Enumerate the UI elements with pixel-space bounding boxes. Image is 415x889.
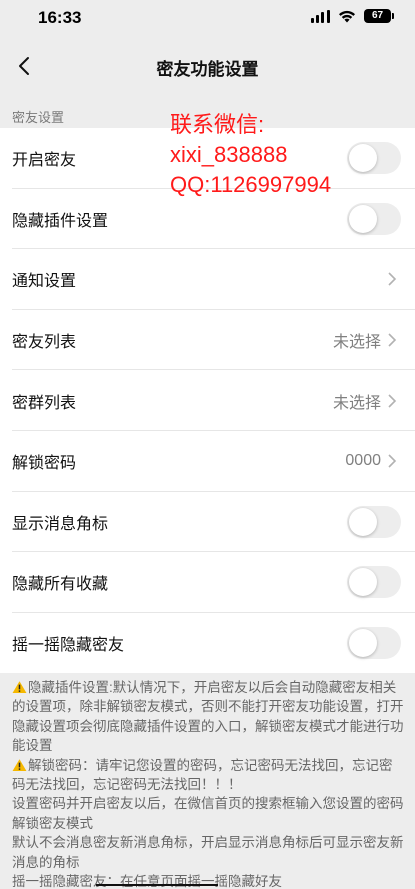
battery-icon: 67 — [364, 9, 394, 23]
row-notification-settings[interactable]: 通知设置 — [0, 249, 415, 310]
nav-bar: 密友功能设置 — [0, 38, 415, 94]
home-indicator — [96, 884, 218, 886]
watermark-line: 联系微信: — [170, 112, 265, 137]
note-paragraph: 设置密码并开启密友以后，在微信首页的搜索框输入您设置的密码解锁密友模式 — [12, 796, 404, 831]
note-paragraph: 默认不会消息密友新消息角标，开启显示消息角标后可显示密友新消息的角标 — [12, 835, 404, 870]
show-message-badge-toggle[interactable] — [347, 505, 401, 538]
wifi-icon — [339, 10, 355, 23]
contact-watermark: 联系微信: xixi_838888 QQ:1126997994 — [170, 110, 331, 200]
note-text: 隐藏插件设置:默认情况下，开启密友以后会自动隐藏密友相关的设置项，除非解锁密友模… — [12, 680, 404, 754]
chevron-right-icon — [388, 333, 397, 347]
row-label: 显示消息角标 — [12, 515, 109, 533]
row-show-message-badge[interactable]: 显示消息角标 — [0, 492, 415, 553]
section-label: 密友设置 — [12, 110, 65, 125]
row-label: 密友列表 — [12, 334, 77, 352]
note-paragraph: 隐藏插件设置:默认情况下，开启密友以后会自动隐藏密友相关的设置项，除非解锁密友模… — [12, 678, 405, 756]
chevron-right-icon — [388, 454, 397, 468]
note-paragraph: 解锁密码：请牢记您设置的密码，忘记密码无法找回，忘记密码无法找回，忘记密码无法找… — [12, 756, 405, 795]
status-bar: 16:33 67 — [0, 0, 415, 38]
hide-all-favorites-toggle[interactable] — [347, 566, 401, 599]
row-unlock-password[interactable]: 解锁密码 0000 — [0, 431, 415, 492]
row-label: 解锁密码 — [12, 455, 77, 473]
warning-icon — [12, 681, 27, 693]
status-icons: 67 — [311, 9, 394, 23]
row-value: 0000 — [345, 452, 381, 470]
warning-icon — [12, 758, 27, 771]
cellular-signal-icon — [311, 9, 330, 23]
row-label: 隐藏所有收藏 — [12, 576, 109, 594]
note-paragraph: 摇一摇隐藏密友：在任意页面摇一摇隐藏好友 — [12, 874, 282, 889]
row-hide-all-favorites[interactable]: 隐藏所有收藏 — [0, 552, 415, 613]
row-close-friends-list[interactable]: 密友列表 未选择 — [0, 310, 415, 371]
row-label: 隐藏插件设置 — [12, 212, 109, 230]
row-label: 密群列表 — [12, 394, 77, 412]
status-time: 16:33 — [38, 8, 82, 27]
settings-list: 开启密友 隐藏插件设置 通知设置 密友列表 未选择 密群列表 未选择 解锁密码 … — [0, 128, 415, 674]
page-title: 密友功能设置 — [156, 60, 259, 79]
watermark-line: QQ:1126997994 — [170, 172, 332, 197]
row-value: 未选择 — [332, 394, 381, 412]
note-text: 解锁密码：请牢记您设置的密码，忘记密码无法找回，忘记密码无法找回，忘记密码无法找… — [12, 757, 393, 793]
row-label: 通知设置 — [12, 273, 77, 291]
chevron-right-icon — [388, 394, 397, 408]
row-close-groups-list[interactable]: 密群列表 未选择 — [0, 370, 415, 431]
row-shake-to-hide[interactable]: 摇一摇隐藏密友 — [0, 613, 415, 674]
row-label: 摇一摇隐藏密友 — [12, 637, 125, 655]
row-value: 未选择 — [332, 334, 381, 352]
hide-plugin-settings-toggle[interactable] — [347, 202, 401, 235]
chevron-right-icon — [388, 272, 397, 287]
shake-to-hide-toggle[interactable] — [347, 627, 401, 660]
help-notes: 隐藏插件设置:默认情况下，开启密友以后会自动隐藏密友相关的设置项，除非解锁密友模… — [12, 678, 405, 889]
watermark-line: xixi_838888 — [170, 142, 288, 167]
enable-close-friends-toggle[interactable] — [347, 142, 401, 175]
